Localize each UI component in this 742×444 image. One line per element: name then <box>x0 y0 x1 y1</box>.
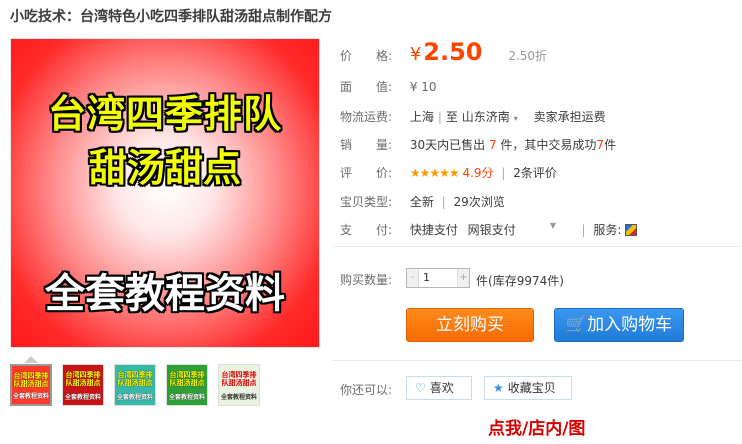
separator: | <box>437 110 442 124</box>
divider <box>332 246 742 247</box>
separator: | <box>581 223 586 237</box>
thumbnail-caption: 台湾四季排队甜汤甜点 <box>117 371 153 387</box>
rating-row: 评 价: ★★★★★ 4.9分 | 2条评价 <box>340 164 557 181</box>
also-label-row: 你还可以: <box>340 381 406 398</box>
quantity-stepper[interactable]: - 1 + <box>406 268 470 288</box>
service-badge-icon[interactable] <box>625 224 638 236</box>
item-type-row: 宝贝类型: 全新 | 29次浏览 <box>340 193 505 210</box>
ship-from: 上海 <box>409 110 434 124</box>
payment-method-express[interactable]: 快捷支付 <box>410 223 458 237</box>
currency-symbol: ¥ <box>409 44 422 65</box>
divider <box>332 360 742 361</box>
favorite-label: 收藏宝贝 <box>507 381 556 395</box>
stock-info: 件(库存9974件) <box>476 272 564 289</box>
star-rating-icon: ★★★★★ <box>409 166 460 180</box>
discount-text: 2.50折 <box>508 49 548 63</box>
thumbnail-4[interactable]: 台湾四季排队甜汤甜点 全套教程资料 <box>166 364 208 406</box>
views-count: 29次浏览 <box>453 195 505 209</box>
stock-count: (库存9974件) <box>488 274 564 288</box>
hero-line-3: 全套教程资料 <box>45 271 285 317</box>
service-label: 服务: <box>593 223 622 237</box>
ship-to-prefix: 至 <box>445 110 458 124</box>
sales-count: 7 <box>488 138 497 152</box>
thumbnail-subcaption: 全套教程资料 <box>220 394 257 401</box>
face-value: ¥ 10 <box>409 80 437 94</box>
sales-prefix: 30天内已售出 <box>409 138 486 152</box>
thumbnail-caption: 台湾四季排队甜汤甜点 <box>169 371 205 387</box>
like-button[interactable]: ♡ 喜欢 <box>406 376 472 400</box>
reviews-link[interactable]: 2条评价 <box>513 166 557 180</box>
chevron-down-icon: ▾ <box>513 114 518 123</box>
payment-row: 支 付: 快捷支付 网银支付 | 服务: <box>340 221 638 238</box>
also-label: 你还可以: <box>340 383 393 397</box>
add-to-cart-label: 加入购物车 <box>587 315 673 335</box>
ship-to-city: 山东济南 <box>461 110 510 124</box>
more-arrow-icon[interactable]: ▼ <box>546 220 560 232</box>
price-row: 价 格: ¥2.50 2.50折 <box>340 38 547 66</box>
sales-label: 销 量: <box>340 138 393 152</box>
page-title: 小吃技术：台湾特色小吃四季排队甜汤甜点制作配方 <box>10 9 332 25</box>
separator: | <box>441 195 446 209</box>
thumbnail-1[interactable]: 台湾四季排队甜汤甜点 全套教程资料 <box>10 364 52 406</box>
thumbnail-subcaption: 全套教程资料 <box>12 393 49 400</box>
separator: | <box>501 166 506 180</box>
sales-success-count: 7 <box>596 138 605 152</box>
hero-line-2: 甜汤甜点 <box>88 146 241 190</box>
payment-label: 支 付: <box>340 223 393 237</box>
ship-to-select[interactable]: 山东济南 ▾ <box>462 110 518 124</box>
payment-method-bank[interactable]: 网银支付 <box>468 223 516 237</box>
sales-mid: 件，其中交易成功 <box>500 138 597 152</box>
star-icon: ★ <box>493 381 504 395</box>
thumbnail-subcaption: 全套教程资料 <box>64 394 101 401</box>
bottom-promo-text[interactable]: 点我/店内/图 <box>488 414 585 439</box>
shipping-label: 物流运费: <box>340 110 393 124</box>
quantity-label-row: 购买数量: <box>340 271 406 288</box>
cart-icon: 🛒 <box>565 315 588 335</box>
shipping-note: 卖家承担运费 <box>533 110 606 124</box>
quantity-increase-button[interactable]: + <box>457 269 469 287</box>
heart-icon: ♡ <box>415 381 426 395</box>
face-value-label: 面 值: <box>340 80 393 94</box>
sales-row: 销 量: 30天内已售出 7 件，其中交易成功7件 <box>340 136 616 153</box>
thumbnail-caption: 台湾四季排队甜汤甜点 <box>13 372 49 388</box>
item-type-label: 宝贝类型: <box>340 195 393 209</box>
item-condition: 全新 <box>409 195 434 209</box>
thumbnail-2[interactable]: 台湾四季排队甜汤甜点 全套教程资料 <box>62 364 104 406</box>
quantity-label: 购买数量: <box>340 273 393 287</box>
thumbnail-3[interactable]: 台湾四季排队甜汤甜点 全套教程资料 <box>114 364 156 406</box>
quantity-decrease-button[interactable]: - <box>407 269 419 287</box>
shipping-row: 物流运费: 上海 | 至 山东济南 ▾ 卖家承担运费 <box>340 108 606 125</box>
thumbnail-caption: 台湾四季排队甜汤甜点 <box>65 371 101 387</box>
sales-suffix: 件 <box>604 138 617 152</box>
add-to-cart-button[interactable]: 🛒加入购物车 <box>554 308 684 342</box>
thumbnail-subcaption: 全套教程资料 <box>116 394 153 401</box>
thumbnail-caption: 台湾四季排队甜汤甜点 <box>221 371 257 387</box>
price-label: 价 格: <box>340 49 393 63</box>
face-value-row: 面 值: ¥ 10 <box>340 78 437 95</box>
rating-label: 评 价: <box>340 166 393 180</box>
quantity-input[interactable]: 1 <box>423 271 430 284</box>
rating-score: 4.9分 <box>462 166 494 180</box>
favorite-button[interactable]: ★ 收藏宝贝 <box>484 376 572 400</box>
quantity-unit: 件 <box>476 274 489 288</box>
hero-line-1: 台湾四季排队 <box>47 92 282 136</box>
price-value: 2.50 <box>423 38 483 66</box>
buy-now-button[interactable]: 立刻购买 <box>406 308 534 342</box>
thumbnail-5[interactable]: 台湾四季排队甜汤甜点 全套教程资料 <box>218 364 260 406</box>
like-label: 喜欢 <box>429 381 454 395</box>
thumbnail-subcaption: 全套教程资料 <box>168 394 205 401</box>
main-product-image[interactable]: 台湾四季排队 甜汤甜点 全套教程资料 <box>10 38 320 348</box>
thumbnail-pointer <box>24 356 38 363</box>
